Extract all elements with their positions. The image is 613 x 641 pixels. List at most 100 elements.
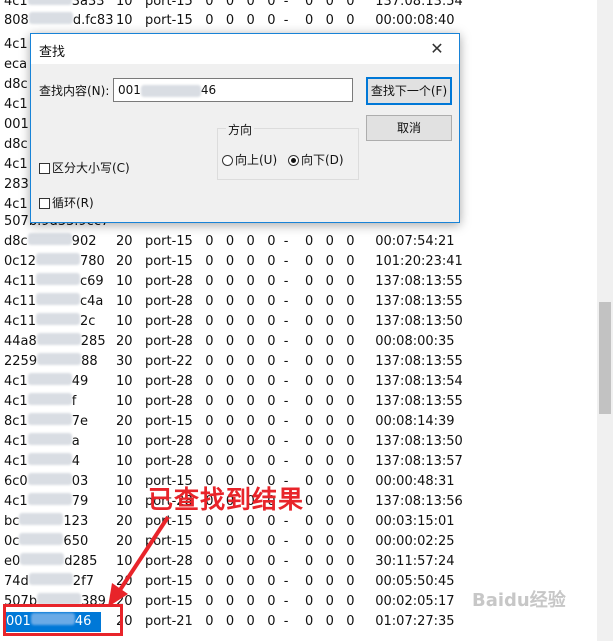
dialog-title: 查找 (39, 45, 66, 60)
mac-address: d8c (4, 75, 28, 95)
row-fields: 20 port-15 0 0 0 0 - 0 0 0 00:08:14:39 (116, 414, 455, 429)
mac-address: 0c12 780 (4, 252, 105, 272)
mac-prefix: 4c11 (4, 274, 36, 289)
row-fields: 10 port-15 0 0 0 0 - 0 0 0 00:00:08:40 (116, 13, 455, 28)
direction-group: 方向 向上(U) 向下(D) (217, 121, 359, 180)
mac-prefix: eca (4, 57, 28, 72)
mac-suffix: d285 (64, 554, 98, 569)
mac-suffix: 650 (63, 534, 89, 549)
radio-icon (288, 155, 299, 166)
find-value-prefix: 001 (118, 83, 141, 97)
blurred-text (35, 293, 80, 305)
mac-suffix: 03 (71, 474, 89, 489)
row-fields: 10 port-28 0 0 0 0 - 0 0 0 137:08:13:50 (116, 314, 463, 329)
blurred-text (140, 84, 201, 97)
blurred-text (27, 493, 72, 505)
mac-prefix: 4c11 (4, 294, 36, 309)
vertical-scrollbar[interactable] (597, 0, 613, 641)
wrap-around-label: 循环(R) (52, 196, 94, 210)
direction-down-radio[interactable]: 向下(D) (288, 151, 344, 168)
mac-suffix: c4a (79, 294, 104, 309)
radio-icon (222, 155, 233, 166)
mac-address: 4c1 79 (4, 492, 88, 512)
blurred-text (28, 12, 73, 24)
mac-suffix: 88 (81, 354, 98, 369)
mac-suffix: 123 (63, 514, 89, 529)
mac-prefix: 4c1 (4, 374, 28, 389)
mac-address: 8c1 7e (4, 412, 88, 432)
blurred-text (35, 313, 80, 325)
annotation-text: 已查找到结果 (148, 485, 305, 514)
mac-prefix: 283 (4, 177, 29, 192)
mac-address: 4c1 4 (4, 452, 80, 472)
blurred-text (36, 333, 81, 345)
mac-prefix: 0c12 (4, 254, 36, 269)
mac-address: eca (4, 55, 27, 75)
mac-address: 4c11 c4a (4, 292, 103, 312)
annotation-highlight-box (3, 604, 123, 636)
mac-address: 808 d.fc83 (4, 11, 113, 31)
mac-prefix: 4c1 (4, 454, 28, 469)
mac-address: 001 (4, 115, 29, 135)
direction-label: 方向 (226, 121, 255, 138)
mac-address: 6c0 03 (4, 472, 88, 492)
mac-prefix: d8c (4, 234, 28, 249)
row-fields: 20 port-15 0 0 0 0 - 0 0 0 00:05:50:45 (116, 574, 455, 589)
find-what-input[interactable]: 001 46 (113, 78, 353, 102)
mac-prefix: 6c0 (4, 474, 28, 489)
mac-prefix: 808 (4, 13, 29, 28)
direction-up-radio[interactable]: 向上(U) (222, 151, 277, 168)
dialog-titlebar[interactable]: 查找 ✕ (31, 34, 459, 64)
blurred-text (27, 0, 72, 5)
blurred-text (35, 253, 80, 265)
blurred-text (35, 273, 80, 285)
find-next-button[interactable]: 查找下一个(F) (366, 77, 452, 105)
row-fields: 20 port-15 0 0 0 0 - 0 0 0 00:07:54:21 (116, 234, 455, 249)
wrap-around-checkbox[interactable]: 循环(R) (39, 194, 94, 211)
direction-down-label: 向下(D) (301, 153, 344, 167)
mac-prefix: 4c1 (4, 37, 28, 52)
blurred-text (27, 473, 72, 485)
find-dialog: 查找 ✕ 查找内容(N): 001 46 查找下一个(F) 取消 方向 向上(U)… (30, 33, 460, 223)
mac-prefix: 4c1 (4, 0, 28, 9)
mac-address: 0c 650 (4, 532, 88, 552)
row-fields: 10 port-28 0 0 0 0 - 0 0 0 137:08:13:50 (116, 434, 463, 449)
mac-prefix: 4c1 (4, 494, 28, 509)
row-fields: 30 port-22 0 0 0 0 - 0 0 0 137:08:13:55 (116, 354, 463, 369)
watermark: Baidu经验 (472, 590, 566, 611)
blurred-text (27, 413, 72, 425)
close-icon[interactable]: ✕ (415, 34, 459, 64)
mac-suffix: 902 (71, 234, 97, 249)
mac-address: 4c1 49 (4, 372, 88, 392)
mac-prefix: d8c (4, 137, 28, 152)
direction-up-label: 向上(U) (235, 153, 278, 167)
mac-address: 2259 88 (4, 352, 98, 372)
mac-suffix: 7e (71, 414, 88, 429)
blurred-text (19, 513, 64, 525)
row-fields: 20 port-15 0 0 0 0 - 0 0 0 00:00:02:25 (116, 534, 455, 549)
cancel-button[interactable]: 取消 (366, 115, 452, 141)
find-value-suffix: 46 (200, 83, 217, 97)
mac-address: d8c 902 (4, 232, 97, 252)
row-fields: 20 port-15 0 0 0 0 - 0 0 0 00:02:05:17 (116, 594, 455, 609)
mac-suffix: d.fc83 (72, 13, 114, 28)
mac-prefix: 4c1 (4, 157, 28, 172)
blurred-text (27, 233, 72, 245)
row-fields: 10 port-28 0 0 0 0 - 0 0 0 30:11:57:24 (116, 554, 455, 569)
mac-address: d8c (4, 135, 28, 155)
mac-suffix: 49 (71, 374, 89, 389)
blurred-text (27, 373, 72, 385)
mac-prefix: 4c1 (4, 434, 28, 449)
match-case-checkbox[interactable]: 区分大小写(C) (39, 159, 130, 176)
mac-address: bc 123 (4, 512, 88, 532)
mac-prefix: 0c (4, 534, 20, 549)
blurred-text (27, 453, 72, 465)
mac-address: 283 (4, 175, 29, 195)
blurred-text (27, 393, 72, 405)
row-fields: 10 port-28 0 0 0 0 - 0 0 0 137:08:13:54 (116, 374, 463, 389)
row-fields: 10 port-28 0 0 0 0 - 0 0 0 137:08:13:55 (116, 274, 463, 289)
mac-prefix: 4c1 (4, 97, 28, 112)
row-fields: 10 port-28 0 0 0 0 - 0 0 0 137:08:13:57 (116, 454, 463, 469)
mac-address: 4c1 (4, 35, 28, 55)
scrollbar-thumb[interactable] (599, 302, 611, 414)
